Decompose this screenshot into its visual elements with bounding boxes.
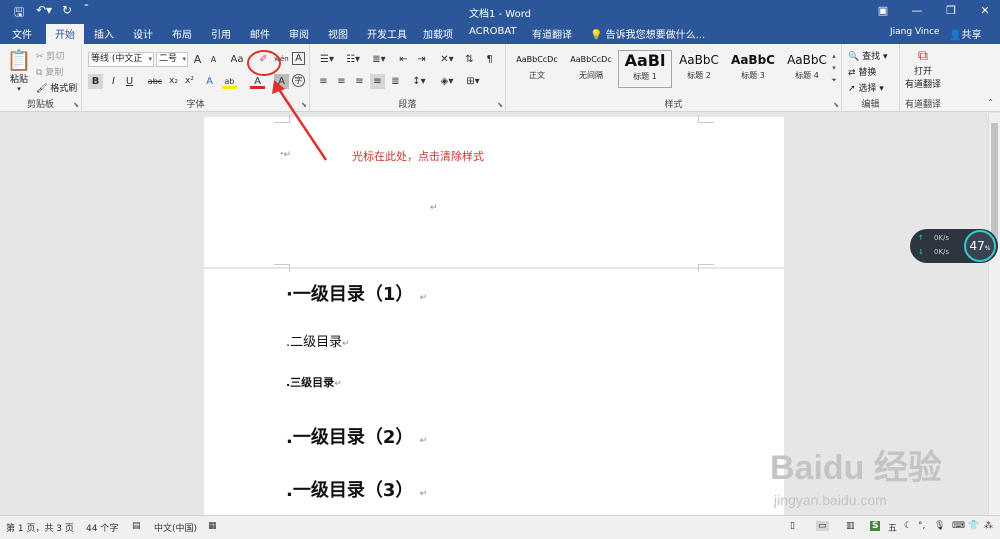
scrollbar-thumb[interactable] — [991, 123, 998, 243]
network-speed-widget[interactable]: ↑ 0K/s ↓ 0K/s 47% — [910, 229, 998, 263]
vertical-scrollbar[interactable] — [988, 113, 1000, 515]
microphone-icon[interactable]: 🎙 — [934, 521, 945, 531]
web-layout-icon[interactable]: ▥ — [846, 521, 855, 531]
ime-icon[interactable]: S — [870, 521, 881, 531]
watermark-url: jingyan.baidu.com — [774, 492, 887, 508]
highlight-circle — [247, 50, 281, 76]
download-arrow-icon: ↓ — [918, 248, 924, 256]
print-layout-icon[interactable]: ▭ — [816, 521, 829, 531]
upload-arrow-icon: ↑ — [918, 234, 924, 242]
percent-sign: % — [984, 245, 991, 252]
proofing-icon[interactable]: ▤ — [132, 521, 141, 531]
word-window: 🖫 ↶▾ ↻ ⁼ 文档1 - Word ▣ — ❐ ✕ 文件 开始 插入 设计 … — [0, 0, 1000, 539]
arrow-head — [272, 80, 285, 94]
punctuation-icon[interactable]: °, — [918, 521, 925, 531]
annotation-text: 光标在此处，点击清除样式 — [352, 150, 484, 163]
usage-gauge: 47% — [964, 230, 996, 262]
read-mode-icon[interactable]: ▯ — [790, 521, 795, 531]
language[interactable]: 中文(中国) — [154, 521, 197, 534]
watermark-logo-text: Baidu 经验 — [770, 449, 942, 487]
moon-icon[interactable]: ☾ — [904, 521, 912, 531]
word-count[interactable]: 44 个字 — [86, 521, 118, 534]
macro-icon[interactable]: ▦ — [208, 521, 217, 531]
status-bar: 第 1 页，共 3 页 44 个字 ▤ 中文(中国) ▦ ▯ ▭ ▥ S 五 ☾… — [0, 515, 1000, 539]
page-count[interactable]: 第 1 页，共 3 页 — [6, 521, 74, 534]
annotation-arrow — [276, 87, 328, 161]
ime-mode-icon[interactable]: 五 — [888, 521, 897, 534]
grid-icon[interactable]: ⁂ — [984, 521, 993, 531]
download-speed: 0K/s — [934, 248, 950, 256]
upload-speed: 0K/s — [934, 234, 950, 242]
user-icon[interactable]: 👕 — [968, 521, 979, 531]
usage-percent: 47 — [969, 239, 985, 253]
keyboard-icon[interactable]: ⌨ — [952, 521, 965, 531]
